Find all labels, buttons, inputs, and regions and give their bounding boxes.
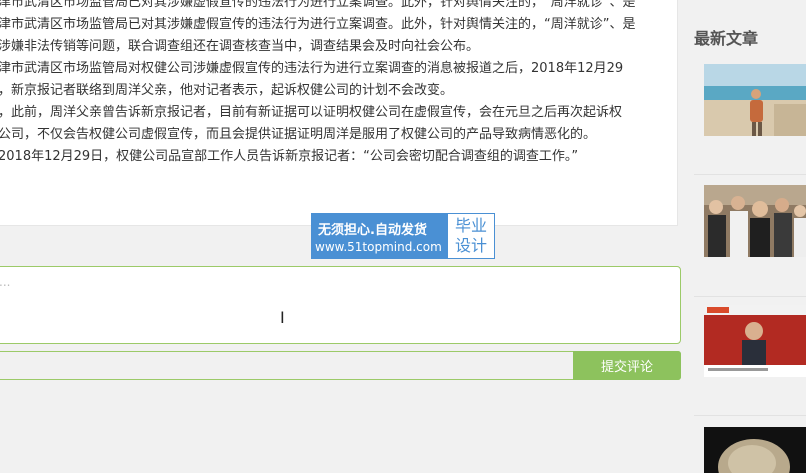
article-thumbnail-artifact[interactable] <box>704 427 806 473</box>
text-cursor-icon: I <box>280 308 285 327</box>
comment-placeholder: ... <box>0 275 11 289</box>
sidebar-title: 最新文章 <box>694 29 759 48</box>
comment-input[interactable]: ... <box>0 266 681 344</box>
article-line: 津市武清区市场监管局对权健公司涉嫌虚假宣传的违法行为进行立案调查的消息被报道之后… <box>0 61 624 76</box>
article-thumbnail-beach[interactable] <box>704 64 806 136</box>
ad-banner[interactable]: 无须担心.自动发货 www.51topmind.com 毕业 设计 <box>311 213 495 259</box>
article-line: 津市武清区市场监管局已对其涉嫌虚假宣传的违法行为进行立案调查。此外，针对舆情关注… <box>0 0 636 10</box>
article-thumbnail-press[interactable] <box>704 305 806 377</box>
article-line: 涉嫌非法传销等问题，联合调查组还在调查核查当中，调查结果会及时向社会公布。 <box>0 39 480 54</box>
divider <box>694 296 806 297</box>
article-line: 2018年12月29日，权健公司品宣部工作人员告诉新京报记者：“公司会密切配合调… <box>0 149 579 164</box>
article-thumbnail-crowd[interactable] <box>704 185 806 257</box>
submit-comment-button[interactable]: 提交评论 <box>573 351 681 380</box>
ad-banner-slogan: 无须担心.自动发货 <box>318 223 427 238</box>
ad-banner-main[interactable]: 无须担心.自动发货 www.51topmind.com <box>312 214 448 258</box>
divider <box>694 174 806 175</box>
ad-banner-tag-line: 设计 <box>454 236 487 255</box>
article-line: 公司，不仅会告权健公司虚假宣传，而且会提供证据证明周洋是服用了权健公司的产品导致… <box>0 127 597 142</box>
divider <box>694 415 806 416</box>
article-line: ，此前，周洋父亲曾告诉新京报记者，目前有新证据可以证明权健公司在虚假宣传，会在元… <box>0 105 623 120</box>
article-body: 津市武清区市场监管局已对其涉嫌虚假宣传的违法行为进行立案调查。此外，针对舆情关注… <box>0 0 678 226</box>
article-line: ，新京报记者联络到周洋父亲，他对记者表示，起诉权健公司的计划不会改变。 <box>0 83 454 98</box>
ad-banner-tag-line: 毕业 <box>454 216 487 235</box>
ad-banner-tag: 毕业 设计 <box>450 216 492 256</box>
article-line: 津市武清区市场监管局已对其涉嫌虚假宣传的违法行为进行立案调查。此外，针对舆情关注… <box>0 17 636 32</box>
ad-banner-url[interactable]: www.51topmind.com <box>315 240 442 254</box>
